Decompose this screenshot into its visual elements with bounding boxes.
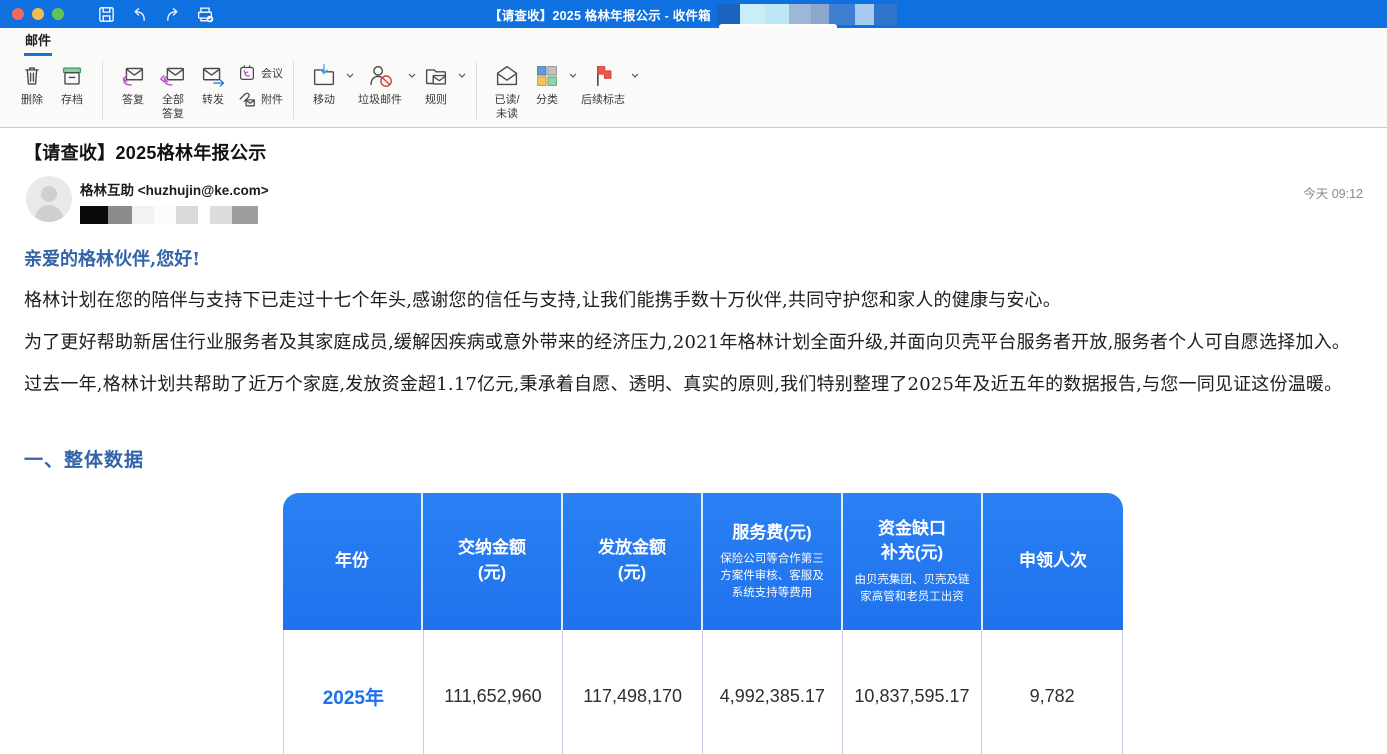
trash-icon xyxy=(17,59,47,93)
chevron-down-icon xyxy=(346,73,354,78)
archive-icon xyxy=(57,59,87,93)
chevron-down-icon xyxy=(408,73,416,78)
reply-icon xyxy=(117,59,149,93)
reply-all-icon xyxy=(157,59,189,93)
email-paragraph: 为了更好帮助新居住行业服务者及其家庭成员,缓解因疾病或意外带来的经济压力,202… xyxy=(24,330,1363,355)
minimize-window-button[interactable] xyxy=(32,8,44,20)
table-header-row: 年份 交纳金额 (元) 发放金额 (元) 服务费(元) 保险公司等合作第三 方案… xyxy=(283,493,1123,630)
cell-funding-gap: 10,837,595.17 xyxy=(843,630,983,754)
chevron-down-icon xyxy=(458,73,466,78)
window-controls xyxy=(12,8,64,20)
table-row-2025: 2025年 111,652,960 117,498,170 4,992,385.… xyxy=(283,630,1123,754)
cell-claims: 9,782 xyxy=(982,630,1122,754)
forward-icon xyxy=(197,59,229,93)
follow-up-button[interactable]: 后续标志 xyxy=(577,59,639,108)
cell-disbursed-amount: 117,498,170 xyxy=(563,630,703,754)
column-header-year: 年份 xyxy=(283,493,423,630)
column-header-service-fee: 服务费(元) 保险公司等合作第三 方案件审核、客服及 系统支持等费用 xyxy=(703,493,843,630)
attachment-icon xyxy=(237,89,257,109)
recipient-redacted-text xyxy=(80,206,269,224)
read-unread-icon xyxy=(492,59,522,93)
column-header-funding-gap: 资金缺口 补充(元) 由贝壳集团、贝壳及链 家高管和老员工出资 xyxy=(843,493,983,630)
reply-all-button[interactable]: 全部 答复 xyxy=(153,59,193,122)
undo-icon[interactable] xyxy=(129,4,149,24)
email-paragraph: 格林计划在您的陪伴与支持下已走过十七个年头,感谢您的信任与支持,让我们能携手数十… xyxy=(24,288,1363,313)
flag-icon xyxy=(588,59,618,93)
chevron-down-icon xyxy=(631,73,639,78)
ribbon-separator xyxy=(102,61,103,119)
forward-button[interactable]: 转发 xyxy=(193,59,233,108)
categorize-button[interactable]: 分类 xyxy=(527,59,577,108)
cell-year: 2025年 xyxy=(284,630,424,754)
close-window-button[interactable] xyxy=(12,8,24,20)
reply-button[interactable]: 答复 xyxy=(113,59,153,108)
column-header-paid-amount: 交纳金额 (元) xyxy=(423,493,563,630)
junk-button[interactable]: 垃圾邮件 xyxy=(354,59,416,108)
tab-mail[interactable]: 邮件 xyxy=(24,30,52,56)
save-icon[interactable] xyxy=(96,4,116,24)
chevron-down-icon xyxy=(569,73,577,78)
rules-icon xyxy=(421,59,451,93)
email-reading-pane: 【请查收】2025格林年报公示 格林互助 <huzhujin@ke.com> 今… xyxy=(0,139,1387,754)
junk-mail-icon xyxy=(365,59,395,93)
window-titlebar: 【请查收】2025 格林年报公示 - 收件箱 xyxy=(0,0,1387,28)
email-greeting: 亲爱的格林伙伴,您好! xyxy=(24,245,1363,271)
attachment-button[interactable]: 附件 xyxy=(237,89,283,109)
delete-button[interactable]: 删除 xyxy=(12,59,52,108)
redo-icon[interactable] xyxy=(162,4,182,24)
meeting-icon xyxy=(237,63,257,83)
categorize-icon xyxy=(532,59,562,93)
window-title: 【请查收】2025 格林年报公示 - 收件箱 xyxy=(489,5,711,24)
archive-button[interactable]: 存档 xyxy=(52,59,92,108)
titlebar-redacted-text xyxy=(717,4,897,25)
sender-avatar xyxy=(26,176,72,222)
zoom-window-button[interactable] xyxy=(52,8,64,20)
cell-service-fee: 4,992,385.17 xyxy=(703,630,843,754)
ribbon: 邮件 删除 存档 答复 全部 答复 xyxy=(0,28,1387,128)
read-unread-button[interactable]: 已读/ 未读 xyxy=(487,59,527,122)
column-header-disbursed-amount: 发放金额 (元) xyxy=(563,493,703,630)
ribbon-separator xyxy=(476,61,477,119)
meeting-button[interactable]: 会议 xyxy=(237,63,283,83)
move-folder-icon xyxy=(309,59,339,93)
email-timestamp: 今天 09:12 xyxy=(1303,183,1363,202)
sender-name-email[interactable]: 格林互助 <huzhujin@ke.com> xyxy=(80,179,269,199)
email-subject: 【请查收】2025格林年报公示 xyxy=(24,139,1363,165)
rules-button[interactable]: 规则 xyxy=(416,59,466,108)
annual-report-table: 年份 交纳金额 (元) 发放金额 (元) 服务费(元) 保险公司等合作第三 方案… xyxy=(283,493,1123,754)
move-button[interactable]: 移动 xyxy=(304,59,354,108)
column-header-claims: 申领人次 xyxy=(983,493,1123,630)
print-icon[interactable] xyxy=(195,4,215,24)
section-title-overall-data: 一、整体数据 xyxy=(24,445,1363,472)
cell-paid-amount: 111,652,960 xyxy=(424,630,564,754)
email-paragraph: 过去一年,格林计划共帮助了近万个家庭,发放资金超1.17亿元,秉承着自愿、透明、… xyxy=(24,372,1363,397)
ribbon-separator xyxy=(293,61,294,119)
